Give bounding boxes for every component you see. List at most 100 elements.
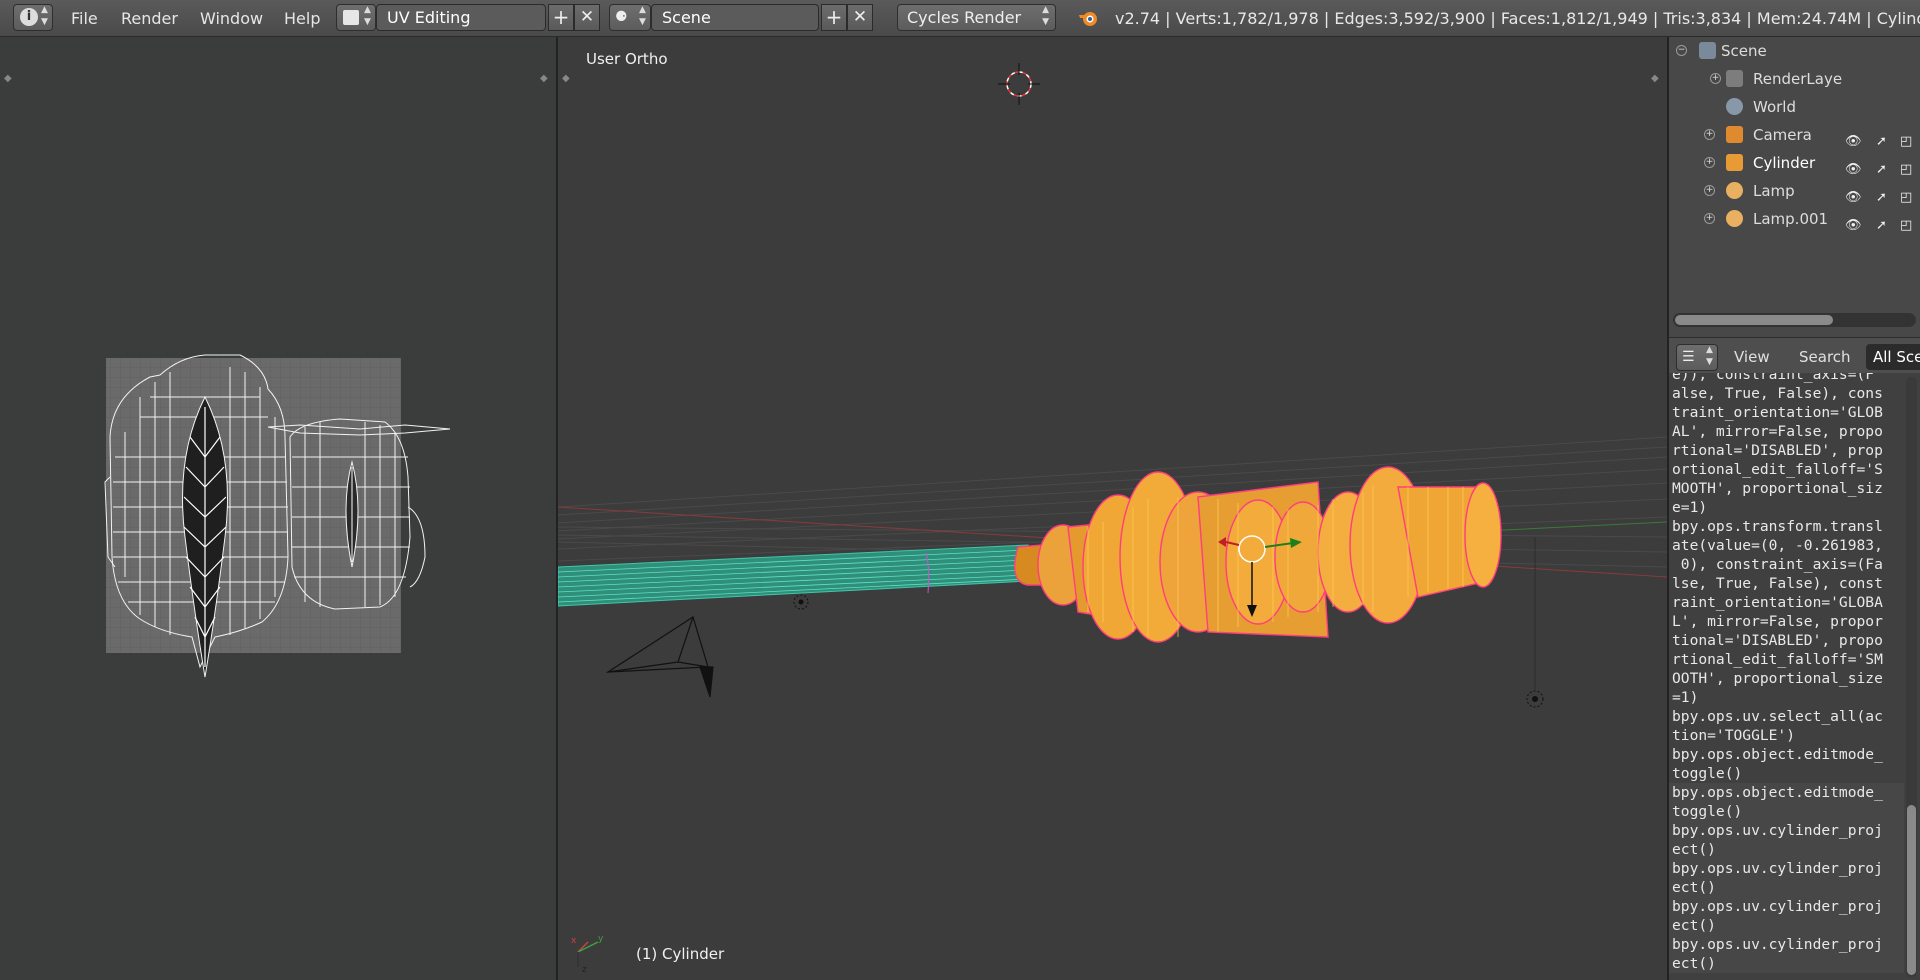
log-line[interactable]: OOTH', proportional_size — [1669, 669, 1904, 688]
log-line[interactable]: e)), constraint_axis=(F — [1669, 373, 1904, 384]
axis-gizmo-icon: x y z — [571, 934, 604, 975]
log-line[interactable]: L', mirror=False, propor — [1669, 612, 1904, 631]
log-line[interactable]: AL', mirror=False, propo — [1669, 422, 1904, 441]
outliner-item-lamp[interactable]: + Lamp 👁 ➚ ◰ — [1669, 177, 1920, 205]
outliner-horizontal-scrollbar[interactable] — [1673, 313, 1916, 327]
log-line[interactable]: ortional_edit_falloff='S — [1669, 460, 1904, 479]
render-engine-dropdown[interactable]: Cycles Render ▲ ▼ — [897, 4, 1056, 31]
menu-help[interactable]: Help — [284, 0, 320, 36]
log-line[interactable]: =1) — [1669, 688, 1904, 707]
scene-selector-button[interactable]: ⚈ ▲ ▼ — [609, 4, 651, 31]
info-log-icon: ☰ — [1682, 349, 1695, 365]
log-line[interactable]: bpy.ops.uv.cylinder_proj — [1669, 859, 1904, 878]
chevron-updown-icon: ▲ ▼ — [1706, 345, 1713, 367]
outliner: − Scene + RenderLaye World + Camera 👁 ➚ … — [1669, 37, 1920, 337]
all-scenes-toggle[interactable]: All Sce — [1866, 344, 1920, 370]
log-line[interactable]: MOOTH', proportional_siz — [1669, 479, 1904, 498]
scene-name-field[interactable]: Scene — [651, 4, 819, 31]
outliner-item-label: RenderLaye — [1753, 70, 1843, 88]
render-engine-label: Cycles Render — [907, 8, 1022, 27]
log-line[interactable]: tion='TOGGLE') — [1669, 726, 1904, 745]
log-line[interactable]: tional='DISABLED', propo — [1669, 631, 1904, 650]
lamp-icon — [1726, 182, 1743, 199]
log-line[interactable]: ect() — [1669, 954, 1904, 973]
uv-image-editor[interactable]: ◆ ◆ — [0, 37, 556, 980]
log-line[interactable]: e=1) — [1669, 498, 1904, 517]
viewport-canvas[interactable]: x y z — [558, 37, 1667, 980]
3d-cursor-icon — [998, 63, 1040, 105]
log-line[interactable]: bpy.ops.object.editmode_ — [1669, 783, 1904, 802]
active-object-label: (1) Cylinder — [636, 945, 725, 963]
log-line[interactable]: rtional_edit_falloff='SM — [1669, 650, 1904, 669]
expand-icon[interactable]: + — [1704, 185, 1715, 196]
uv-canvas[interactable] — [0, 37, 556, 980]
remove-scene-button[interactable]: ✕ — [847, 4, 873, 31]
editor-type-button[interactable]: ☰ ▲ ▼ — [1676, 344, 1718, 371]
outliner-item-lamp-001[interactable]: + Lamp.001 👁 ➚ ◰ — [1669, 205, 1920, 233]
expand-icon[interactable]: + — [1704, 157, 1715, 168]
select-arrow-icon[interactable]: ➚ — [1876, 212, 1887, 240]
search-menu[interactable]: Search — [1799, 344, 1851, 370]
3d-viewport[interactable]: User Ortho ◆ ◆ x y z (1) Cylinder — [558, 37, 1667, 980]
outliner-item-label: Scene — [1721, 42, 1767, 60]
log-line[interactable]: traint_orientation='GLOB — [1669, 403, 1904, 422]
log-line[interactable]: toggle() — [1669, 802, 1904, 821]
outliner-item-label: Camera — [1753, 126, 1812, 144]
scene-icon — [1699, 42, 1716, 59]
outliner-item-cylinder[interactable]: + Cylinder 👁 ➚ ◰ — [1669, 149, 1920, 177]
outliner-item-scene[interactable]: − Scene — [1669, 37, 1920, 65]
expand-icon[interactable]: + — [1704, 129, 1715, 140]
log-line[interactable]: bpy.ops.object.editmode_ — [1669, 745, 1904, 764]
info-editor-type-button[interactable]: i ▲ ▼ — [13, 4, 53, 31]
render-layers-icon — [1726, 70, 1743, 87]
log-line[interactable]: ect() — [1669, 916, 1904, 935]
log-line[interactable]: bpy.ops.uv.cylinder_proj — [1669, 897, 1904, 916]
outliner-item-renderlayers[interactable]: + RenderLaye — [1669, 65, 1920, 93]
outliner-item-label: World — [1753, 98, 1796, 116]
outliner-item-label: Lamp.001 — [1753, 210, 1829, 228]
log-line[interactable]: ate(value=(0, -0.261983, — [1669, 536, 1904, 555]
camera-icon — [1726, 126, 1743, 143]
layout-icon — [343, 10, 359, 25]
log-line[interactable]: toggle() — [1669, 764, 1904, 783]
log-line[interactable]: bpy.ops.uv.cylinder_proj — [1669, 935, 1904, 954]
log-line[interactable]: rtional='DISABLED', prop — [1669, 441, 1904, 460]
expand-icon[interactable]: + — [1710, 73, 1721, 84]
svg-text:y: y — [598, 934, 604, 944]
chevron-updown-icon: ▲ ▼ — [41, 5, 48, 27]
layout-name-field[interactable]: UV Editing — [376, 4, 546, 31]
menu-window[interactable]: Window — [200, 0, 263, 36]
svg-text:x: x — [571, 936, 577, 946]
remove-layout-button[interactable]: ✕ — [574, 4, 600, 31]
log-line[interactable]: bpy.ops.uv.cylinder_proj — [1669, 821, 1904, 840]
log-line[interactable]: 0), constraint_axis=(Fa — [1669, 555, 1904, 574]
top-header: i ▲ ▼ File Render Window Help ▲ ▼ UV Editi… — [0, 0, 1920, 37]
expand-icon[interactable]: + — [1704, 213, 1715, 224]
outliner-item-label: Lamp — [1753, 182, 1795, 200]
layout-selector-button[interactable]: ▲ ▼ — [336, 4, 376, 31]
log-line[interactable]: bpy.ops.uv.select_all(ac — [1669, 707, 1904, 726]
log-line[interactable]: ect() — [1669, 878, 1904, 897]
lamp-icon — [1726, 210, 1743, 227]
add-layout-button[interactable]: + — [548, 4, 574, 31]
report-list: e)), constraint_axis=(F alse, True, False… — [1669, 373, 1904, 973]
collapse-icon[interactable]: − — [1676, 45, 1687, 56]
menu-render[interactable]: Render — [121, 0, 178, 36]
scrollbar-thumb[interactable] — [1907, 805, 1916, 975]
log-line[interactable]: raint_orientation='GLOBA — [1669, 593, 1904, 612]
render-camera-icon[interactable]: ◰ — [1900, 212, 1912, 240]
log-line[interactable]: alse, True, False), cons — [1669, 384, 1904, 403]
view-menu[interactable]: View — [1734, 344, 1770, 370]
scrollbar-thumb[interactable] — [1675, 315, 1833, 325]
log-line[interactable]: bpy.ops.transform.transl — [1669, 517, 1904, 536]
eye-icon[interactable]: 👁 — [1845, 212, 1862, 240]
outliner-item-camera[interactable]: + Camera 👁 ➚ ◰ — [1669, 121, 1920, 149]
menu-file[interactable]: File — [71, 0, 98, 36]
log-line[interactable]: ect() — [1669, 840, 1904, 859]
outliner-item-world[interactable]: World — [1669, 93, 1920, 121]
log-vertical-scrollbar[interactable] — [1906, 377, 1917, 977]
svg-text:z: z — [582, 965, 587, 975]
outliner-item-label: Cylinder — [1753, 154, 1816, 172]
log-line[interactable]: lse, True, False), const — [1669, 574, 1904, 593]
add-scene-button[interactable]: + — [821, 4, 847, 31]
